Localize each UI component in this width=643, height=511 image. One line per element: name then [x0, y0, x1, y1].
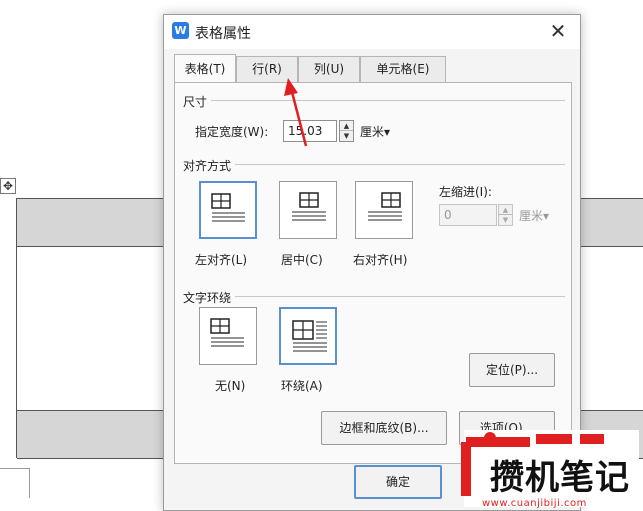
watermark-name: 攒机笔记: [490, 458, 630, 498]
watermark-logo: 攒机笔记 www.cuanjibiji.com: [460, 426, 643, 511]
watermark-url: www.cuanjibiji.com: [482, 498, 587, 509]
